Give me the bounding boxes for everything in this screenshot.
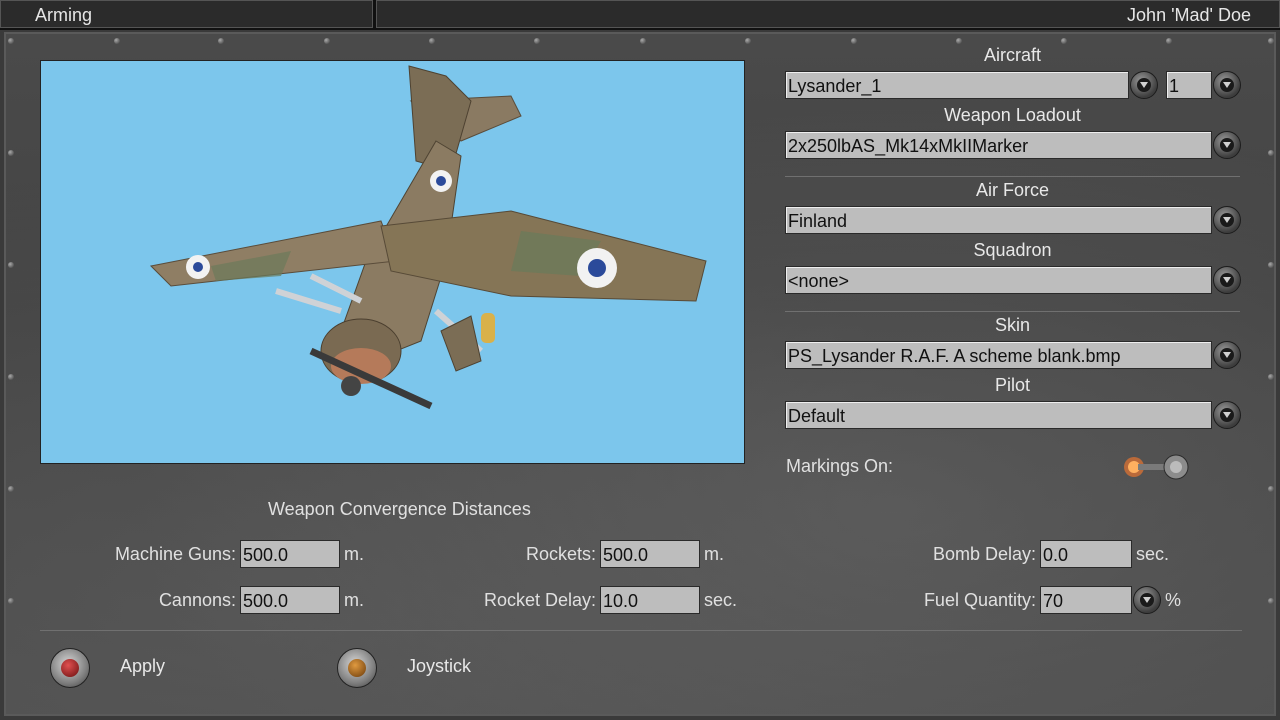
weapon-loadout-dropdown-button[interactable] xyxy=(1213,131,1241,159)
weapon-loadout-select[interactable]: 2x250lbAS_Mk14xMkIIMarker xyxy=(785,131,1212,159)
aircraft-count-select[interactable]: 1 xyxy=(1166,71,1212,99)
aircraft-label: Aircraft xyxy=(983,45,1041,65)
chevron-down-icon xyxy=(1220,408,1234,422)
toggle-switch-icon xyxy=(1124,454,1189,480)
rivet xyxy=(1061,38,1067,44)
bomb-delay-label: Bomb Delay: xyxy=(932,544,1036,564)
rivet xyxy=(8,150,14,156)
fuel-quantity-dropdown-button[interactable] xyxy=(1133,586,1161,614)
pilot-label: Pilot xyxy=(994,375,1030,395)
skin-label: Skin xyxy=(994,315,1030,335)
markings-toggle[interactable] xyxy=(1118,450,1198,484)
squadron-select[interactable]: <none> xyxy=(785,266,1212,294)
rivet xyxy=(956,38,962,44)
rivet xyxy=(1268,598,1274,604)
rivet xyxy=(114,38,120,44)
joystick-label[interactable]: Joystick xyxy=(407,656,471,677)
rivet xyxy=(8,374,14,380)
air-force-label: Air Force xyxy=(975,180,1049,200)
fuel-quantity-label: Fuel Quantity: xyxy=(923,590,1036,610)
window-title: Arming xyxy=(35,5,93,25)
rivet xyxy=(1268,38,1274,44)
title-left-panel: Arming xyxy=(0,0,373,28)
cannons-unit: m. xyxy=(344,590,364,610)
cannons-input[interactable]: 500.0 xyxy=(240,586,340,614)
chevron-down-icon xyxy=(1220,138,1234,152)
skin-select[interactable]: PS_Lysander R.A.F. A scheme blank.bmp xyxy=(785,341,1212,369)
rockets-input[interactable]: 500.0 xyxy=(600,540,700,568)
rivet xyxy=(1268,262,1274,268)
weapon-loadout-label: Weapon Loadout xyxy=(944,105,1081,125)
rivet xyxy=(8,38,14,44)
rivet xyxy=(218,38,224,44)
pilot-name: John 'Mad' Doe xyxy=(1127,5,1251,25)
chevron-down-icon xyxy=(1140,593,1154,607)
divider xyxy=(785,176,1240,177)
markings-label: Markings On: xyxy=(786,456,894,476)
rivet xyxy=(8,262,14,268)
apply-label[interactable]: Apply xyxy=(120,656,165,677)
fuel-quantity-select[interactable]: 70 xyxy=(1040,586,1132,614)
rivet xyxy=(1166,38,1172,44)
rockets-unit: m. xyxy=(704,544,724,564)
rivet xyxy=(640,38,646,44)
aircraft-count-dropdown-button[interactable] xyxy=(1213,71,1241,99)
chevron-down-icon xyxy=(1137,78,1151,92)
pilot-select[interactable]: Default xyxy=(785,401,1212,429)
divider xyxy=(785,311,1240,312)
rivet xyxy=(8,486,14,492)
aircraft-dropdown-button[interactable] xyxy=(1130,71,1158,99)
squadron-label: Squadron xyxy=(973,240,1052,260)
aircraft-model-image xyxy=(149,65,707,410)
squadron-dropdown-button[interactable] xyxy=(1213,266,1241,294)
rivet xyxy=(851,38,857,44)
rocket-delay-input[interactable]: 10.0 xyxy=(600,586,700,614)
rocket-delay-unit: sec. xyxy=(704,590,738,610)
bomb-delay-unit: sec. xyxy=(1136,544,1170,564)
machine-guns-input[interactable]: 500.0 xyxy=(240,540,340,568)
cannons-label: Cannons: xyxy=(158,590,236,610)
fuel-quantity-unit: % xyxy=(1165,590,1182,610)
rivet xyxy=(429,38,435,44)
rivet xyxy=(1268,374,1274,380)
rivet xyxy=(1268,150,1274,156)
rivet xyxy=(8,598,14,604)
bomb-delay-input[interactable]: 0.0 xyxy=(1040,540,1132,568)
divider xyxy=(40,630,1242,631)
air-force-dropdown-button[interactable] xyxy=(1213,206,1241,234)
apply-button[interactable] xyxy=(50,648,90,688)
chevron-down-icon xyxy=(1220,273,1234,287)
chevron-down-icon xyxy=(1220,213,1234,227)
rivet xyxy=(534,38,540,44)
machine-guns-unit: m. xyxy=(344,544,364,564)
joystick-button[interactable] xyxy=(337,648,377,688)
rivet xyxy=(745,38,751,44)
chevron-down-icon xyxy=(1220,78,1234,92)
rivet xyxy=(324,38,330,44)
pilot-dropdown-button[interactable] xyxy=(1213,401,1241,429)
rocket-delay-label: Rocket Delay: xyxy=(483,590,596,610)
aircraft-select[interactable]: Lysander_1 xyxy=(785,71,1129,99)
amber-lamp-icon xyxy=(348,659,366,677)
rivet xyxy=(1268,486,1274,492)
red-lamp-icon xyxy=(61,659,79,677)
skin-dropdown-button[interactable] xyxy=(1213,341,1241,369)
machine-guns-label: Machine Guns: xyxy=(114,544,236,564)
air-force-select[interactable]: Finland xyxy=(785,206,1212,234)
convergence-title: Weapon Convergence Distances xyxy=(268,499,531,519)
title-bar: Arming John 'Mad' Doe xyxy=(0,0,1280,30)
chevron-down-icon xyxy=(1220,348,1234,362)
title-right-panel: John 'Mad' Doe xyxy=(376,0,1280,28)
aircraft-preview[interactable] xyxy=(40,60,745,464)
rockets-label: Rockets: xyxy=(525,544,596,564)
